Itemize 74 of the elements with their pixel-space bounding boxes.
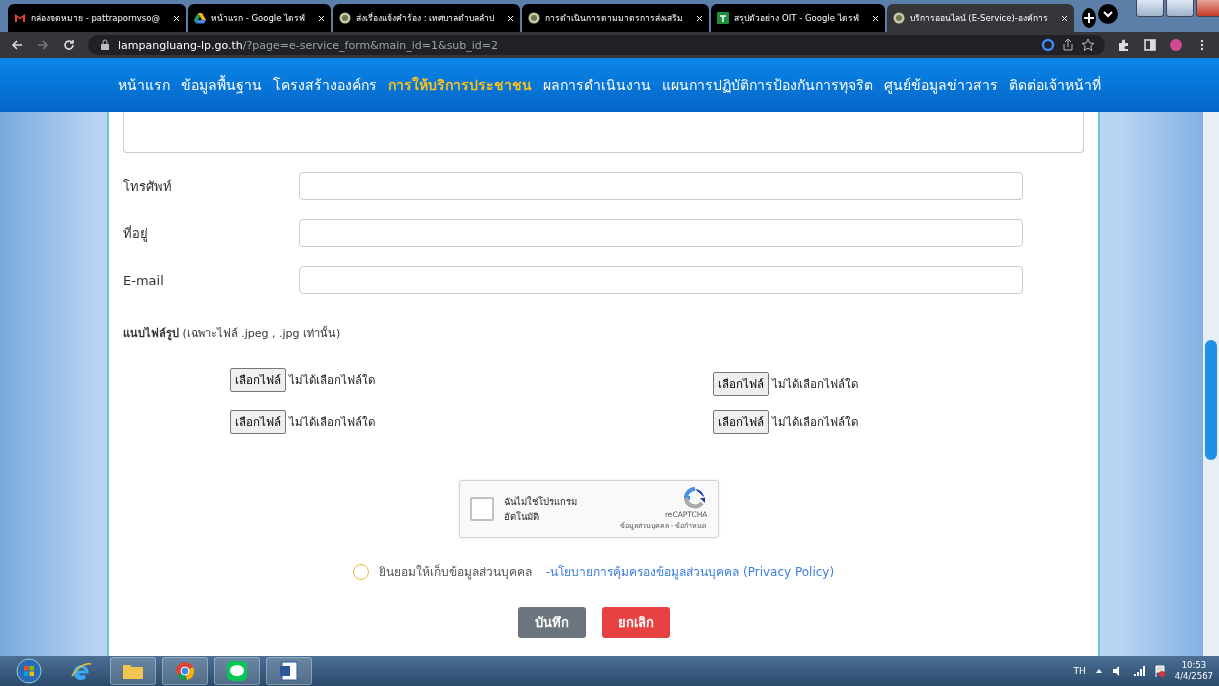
- back-icon[interactable]: [10, 38, 24, 52]
- globe-icon: [339, 12, 352, 24]
- close-icon[interactable]: [172, 14, 180, 22]
- triangle-icon: [193, 12, 206, 24]
- cancel-button[interactable]: ยกเลิก: [601, 607, 670, 638]
- nav-link[interactable]: ศูนย์ข้อมูลข่าวสาร: [884, 74, 998, 96]
- clock-date: 4/4/2567: [1174, 671, 1213, 682]
- puzzle-icon[interactable]: [1117, 38, 1131, 52]
- new-tab-button[interactable]: [1081, 8, 1096, 28]
- captcha-checkbox[interactable]: [469, 497, 494, 521]
- captcha-label: ฉันไม่ใช่โปรแกรมอัตโนมัติ: [503, 495, 578, 524]
- field-label: ที่อยู่: [123, 224, 149, 244]
- textarea-field[interactable]: [123, 112, 1084, 153]
- restore-button[interactable]: [1165, 0, 1194, 17]
- consent-label: ยินยอมให้เก็บข้อมูลส่วนบุคคล: [378, 563, 532, 581]
- nav-link[interactable]: ผลการดำเนินงาน: [543, 74, 651, 96]
- input-field[interactable]: [299, 219, 1023, 247]
- choose-file-button[interactable]: เลือกไฟล์: [713, 410, 769, 434]
- sheet-icon: [717, 12, 730, 24]
- close-icon[interactable]: [507, 14, 515, 22]
- reload-icon[interactable]: [62, 38, 76, 52]
- up-arrow-icon[interactable]: [1094, 667, 1103, 675]
- attach-heading: แนบไฟล์รูป (เฉพาะไฟล์ .jpeg , .jpg เท่านั้น): [123, 325, 342, 342]
- forward-icon[interactable]: [36, 38, 50, 52]
- avatar-icon[interactable]: [1169, 38, 1183, 52]
- signal-icon[interactable]: [1132, 665, 1145, 677]
- choose-file-button[interactable]: เลือกไฟล์: [713, 372, 769, 396]
- file-status: ไม่ได้เลือกไฟล์ใด: [772, 376, 858, 393]
- chat-app-icon[interactable]: [214, 657, 260, 685]
- globe-icon: [892, 12, 905, 24]
- flag-icon[interactable]: [1153, 665, 1166, 677]
- field-label: E-mail: [123, 272, 165, 288]
- recaptcha-logo-icon: [681, 487, 708, 509]
- browser-tab[interactable]: กล่องจดหมาย - pattrapornvso@: [8, 4, 186, 32]
- browser-tab[interactable]: บริการออนไลน์ (E-Service)-องค์การ: [886, 4, 1074, 32]
- scrollbar[interactable]: [1203, 112, 1219, 656]
- chrome-icon[interactable]: [162, 657, 208, 685]
- browser-tab[interactable]: ส่งเรื่องแจ้งคำร้อง : เทศบาลตำบลลำป: [333, 4, 521, 32]
- file-status: ไม่ได้เลือกไฟล์ใด: [772, 414, 858, 431]
- document-icon[interactable]: [266, 657, 312, 685]
- side-panel-icon[interactable]: [1143, 38, 1157, 52]
- globe-icon: [528, 12, 541, 24]
- lock-icon: [98, 38, 112, 52]
- language-indicator[interactable]: TH: [1073, 666, 1086, 676]
- nav-link[interactable]: แผนการปฏิบัติการป้องกันการทุจริต: [662, 74, 873, 96]
- choose-file-button[interactable]: เลือกไฟล์: [230, 368, 286, 392]
- save-button[interactable]: บันทึก: [517, 607, 586, 638]
- browser-tab[interactable]: การดำเนินการตามมาตรการส่งเสริม: [522, 4, 710, 32]
- close-icon[interactable]: [871, 14, 879, 22]
- tab-search-button[interactable]: [1097, 4, 1118, 24]
- plus-icon: [1081, 11, 1096, 25]
- input-field[interactable]: [299, 266, 1023, 294]
- file-status: ไม่ได้เลือกไฟล์ใด: [289, 372, 375, 389]
- input-field[interactable]: [299, 172, 1023, 200]
- address-bar[interactable]: lampangluang-lp.go.th/?page=e-service_form&main_id=1&sub_id=2: [88, 35, 1105, 55]
- mail-icon: [14, 12, 26, 24]
- field-label: โทรศัพท์: [123, 177, 173, 196]
- close-icon[interactable]: [696, 14, 704, 22]
- nav-link[interactable]: หน้าแรก: [118, 74, 170, 96]
- minimize-button[interactable]: [1135, 0, 1164, 17]
- privacy-policy-link[interactable]: -นโยบายการคุ้มครองข้อมูลส่วนบุคคล (Privacy Policy): [545, 562, 835, 581]
- choose-file-button[interactable]: เลือกไฟล์: [230, 410, 286, 434]
- browser-tab[interactable]: หน้าแรก - Google ไดรฟ์: [187, 4, 332, 32]
- close-icon[interactable]: [318, 14, 326, 22]
- file-status: ไม่ได้เลือกไฟล์ใด: [289, 414, 375, 431]
- nav-link[interactable]: ข้อมูลพื้นฐาน: [181, 74, 262, 96]
- share-icon[interactable]: [1061, 38, 1075, 52]
- nav-link[interactable]: ติดต่อเจ้าหน้าที่: [1009, 74, 1101, 96]
- clock-time: 10:53: [1181, 660, 1207, 671]
- browser-tab[interactable]: สรุปตัวอย่าง OIT - Google ไดรฟ์: [711, 4, 885, 32]
- nav-link[interactable]: โครงสร้างองค์กร: [273, 74, 377, 96]
- star-icon[interactable]: [1081, 38, 1095, 52]
- close-icon[interactable]: [1060, 14, 1068, 22]
- folder-icon[interactable]: [110, 657, 156, 685]
